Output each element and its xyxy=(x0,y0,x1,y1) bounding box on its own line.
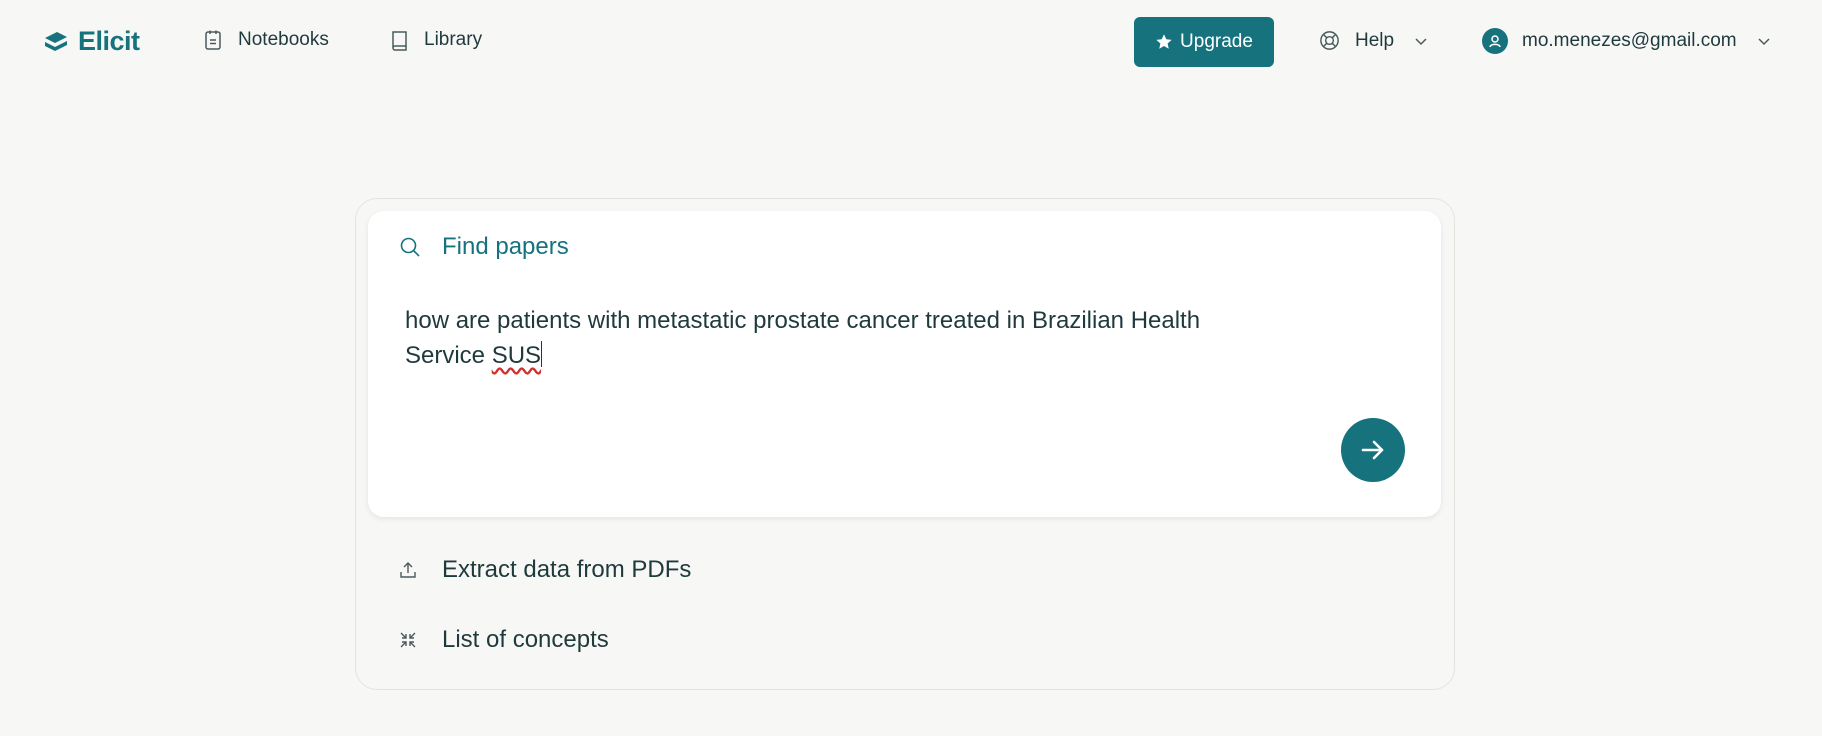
chevron-down-icon xyxy=(1758,38,1770,46)
search-icon xyxy=(400,237,420,257)
help-label: Help xyxy=(1355,29,1395,51)
nav-notebooks-label: Notebooks xyxy=(238,29,329,50)
mode-label: Find papers xyxy=(442,233,569,260)
search-query-input[interactable]: how are patients with metastatic prostat… xyxy=(405,303,1285,373)
account-menu[interactable]: mo.menezes@gmail.com xyxy=(1482,28,1771,54)
find-papers-mode[interactable]: Find papers xyxy=(398,233,569,261)
notebook-icon xyxy=(205,30,221,50)
submit-search-button[interactable] xyxy=(1341,418,1405,482)
account-email: mo.menezes@gmail.com xyxy=(1522,30,1737,51)
collapse-arrows-icon xyxy=(400,632,416,648)
query-line-2-prefix: Service xyxy=(405,342,492,369)
elicit-logo[interactable]: Elicit xyxy=(42,26,140,57)
user-icon xyxy=(1489,35,1501,48)
star-icon xyxy=(1156,34,1172,49)
search-card: Find papers how are patients with metast… xyxy=(368,211,1441,517)
nav-library[interactable]: Library xyxy=(388,29,482,51)
chevron-down-icon xyxy=(1415,37,1427,45)
extract-data-option[interactable]: Extract data from PDFs xyxy=(398,556,691,584)
book-icon xyxy=(392,31,407,51)
help-menu[interactable]: Help xyxy=(1318,29,1428,52)
upload-icon xyxy=(400,562,416,578)
elicit-logo-icon xyxy=(45,31,67,51)
extract-data-label: Extract data from PDFs xyxy=(442,556,692,583)
lifebuoy-icon xyxy=(1320,31,1339,50)
upgrade-button[interactable]: Upgrade xyxy=(1134,17,1274,67)
spellcheck-flagged-word: SUS xyxy=(491,342,542,369)
upgrade-label: Upgrade xyxy=(1180,31,1253,52)
arrow-right-icon xyxy=(1361,440,1384,460)
query-line-1: how are patients with metastatic prostat… xyxy=(405,307,1201,334)
text-caret xyxy=(541,341,543,367)
logo-text: Elicit xyxy=(78,26,140,56)
list-concepts-label: List of concepts xyxy=(442,626,609,653)
nav-notebooks[interactable]: Notebooks xyxy=(202,29,329,51)
top-navigation: Elicit Notebooks Library Upgrade Help mo… xyxy=(0,0,1822,84)
avatar xyxy=(1482,28,1508,54)
nav-library-label: Library xyxy=(424,29,483,50)
list-concepts-option[interactable]: List of concepts xyxy=(398,626,609,654)
